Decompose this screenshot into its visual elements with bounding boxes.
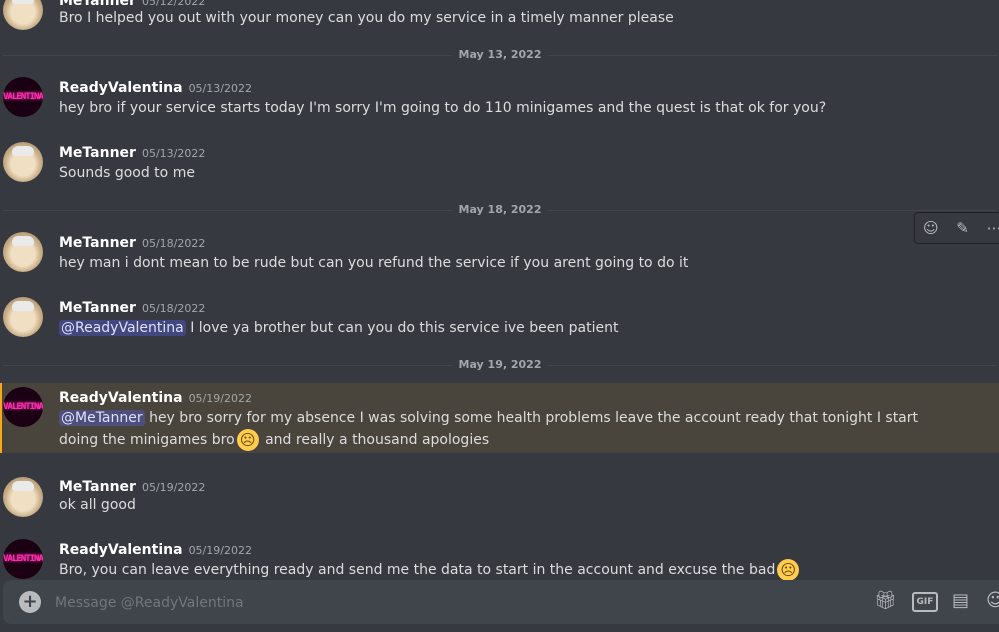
username[interactable]: MeTanner [59, 479, 136, 495]
message-content: Bro I helped you out with your money can… [59, 10, 674, 26]
timestamp: 05/13/2022 [188, 82, 252, 95]
timestamp: 05/18/2022 [141, 237, 206, 250]
pencil-icon[interactable]: ✎ [947, 219, 979, 237]
message: VALENTINA ReadyValentina 05/13/2022 hey b… [0, 70, 999, 130]
username[interactable]: MeTanner [59, 145, 136, 161]
username[interactable]: MeTanner [59, 300, 136, 316]
message-input[interactable] [53, 590, 817, 616]
message: MeTanner 05/18/2022 @ReadyValentina I lov… [0, 290, 999, 350]
emoji-icon[interactable]: ☺ [986, 590, 999, 611]
username[interactable]: MeTanner [59, 235, 136, 251]
message-content: hey bro if your service starts today I'm… [59, 100, 827, 116]
message: VALENTINA ReadyValentina 05/19/2022 Bro, … [0, 535, 999, 585]
frowning-emoji-icon: ☹ [777, 559, 800, 581]
avatar[interactable] [3, 477, 43, 517]
gif-icon[interactable]: GIF [912, 592, 938, 612]
avatar[interactable]: VALENTINA [3, 387, 43, 427]
user-mention[interactable]: @ReadyValentina [59, 320, 186, 336]
chat-messages: MeTanner 05/12/2022 Bro I helped you out … [0, 0, 999, 585]
message-content: ok all good [59, 497, 136, 513]
message: MeTanner 05/18/2022 hey man i dont mean t… [0, 225, 999, 285]
timestamp: 05/19/2022 [141, 481, 206, 494]
username[interactable]: ReadyValentina [59, 80, 183, 96]
message-composer: + 🎁︎ GIF ▤ ☺ [3, 580, 999, 624]
more-icon[interactable]: ⋯ [978, 219, 999, 237]
message-content: hey man i dont mean to be rude but can y… [59, 255, 689, 271]
message: MeTanner 05/12/2022 Bro I helped you out … [0, 0, 999, 42]
avatar[interactable] [3, 232, 43, 272]
message-mentioned: VALENTINA ReadyValentina 05/19/2022 @MeTa… [0, 383, 999, 453]
username[interactable]: ReadyValentina [59, 542, 183, 558]
avatar[interactable]: VALENTINA [3, 77, 43, 117]
message: MeTanner 05/19/2022 ok all good [0, 470, 999, 530]
timestamp: 05/18/2022 [141, 302, 206, 315]
message-content: @ReadyValentina I love ya brother but ca… [59, 320, 619, 336]
user-mention[interactable]: @MeTanner [59, 410, 145, 426]
message-content: Bro, you can leave everything ready and … [59, 559, 939, 581]
timestamp: 05/13/2022 [141, 147, 206, 160]
avatar[interactable] [3, 297, 43, 337]
gift-icon[interactable]: 🎁︎ [874, 590, 897, 611]
timestamp: 05/19/2022 [188, 544, 252, 557]
sticker-icon[interactable]: ▤ [952, 590, 969, 611]
avatar[interactable] [3, 142, 43, 182]
add-reaction-icon[interactable]: ☺ [915, 219, 947, 237]
username[interactable]: ReadyValentina [59, 390, 183, 406]
date-divider: May 18, 2022 [3, 203, 997, 216]
plus-circle-icon[interactable]: + [19, 591, 41, 613]
timestamp: 05/19/2022 [188, 392, 252, 405]
frowning-emoji-icon: ☹ [236, 429, 259, 451]
message: MeTanner 05/13/2022 Sounds good to me [0, 135, 999, 195]
message-content: @MeTanner hey bro sorry for my absence I… [59, 410, 919, 451]
avatar[interactable] [3, 0, 43, 30]
avatar[interactable]: VALENTINA [3, 539, 43, 579]
message-hover-toolbar: ☺ ✎ ⋯ [914, 212, 999, 244]
date-divider: May 13, 2022 [3, 48, 997, 61]
message-content: Sounds good to me [59, 165, 195, 181]
date-divider: May 19, 2022 [3, 358, 997, 371]
